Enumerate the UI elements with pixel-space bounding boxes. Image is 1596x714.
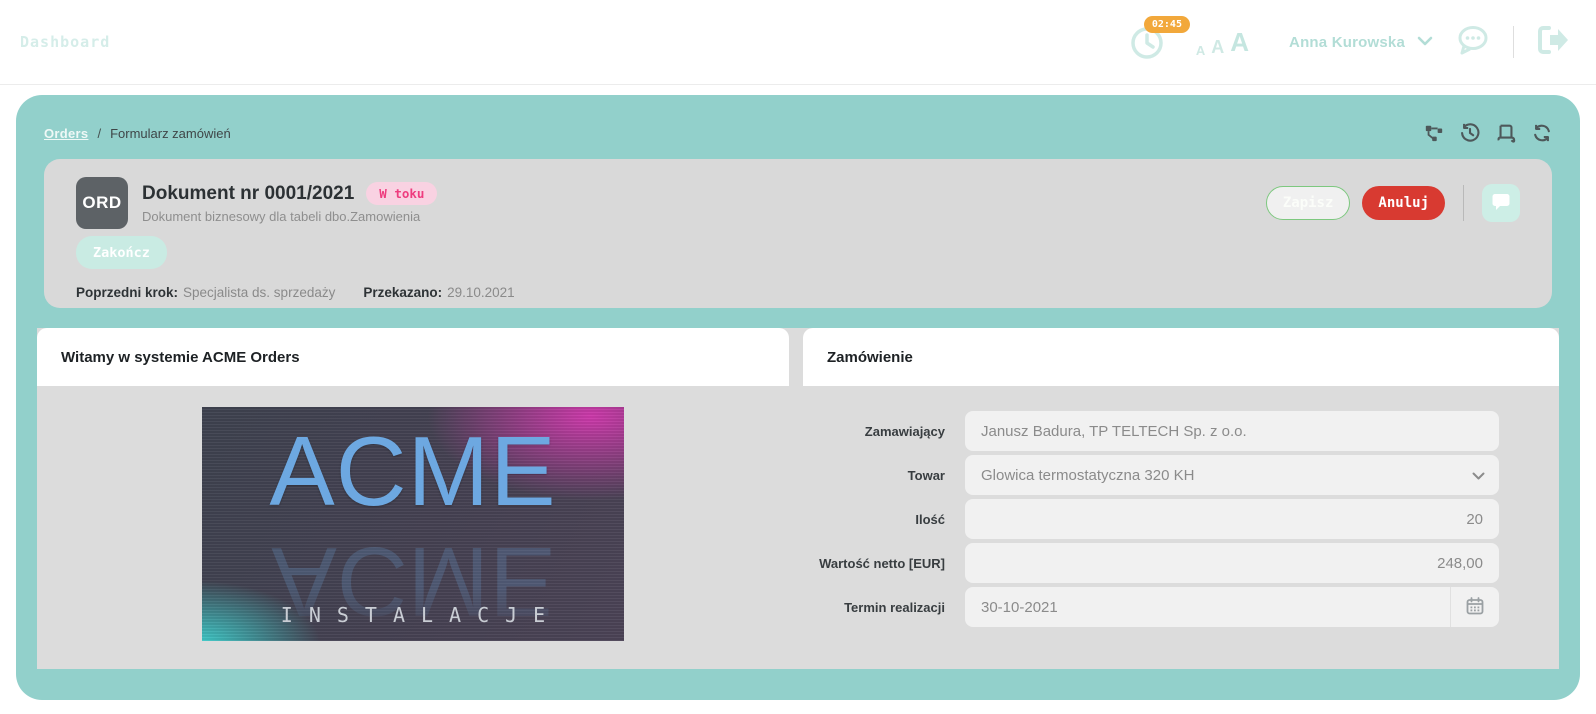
main-panel: Orders / Formularz zamówień ORD Dokument…	[16, 95, 1580, 700]
history-icon[interactable]	[1460, 123, 1480, 143]
acme-brand-image: ACME ACME INSTALACJE	[202, 407, 624, 641]
previous-step-value: Specjalista ds. sprzedaży	[183, 285, 336, 300]
comment-button[interactable]	[1482, 184, 1520, 222]
acme-subtitle-text: INSTALACJE	[280, 603, 562, 627]
breadcrumb-orders-link[interactable]: Orders	[44, 126, 88, 141]
user-menu[interactable]: Anna Kurowska	[1289, 33, 1433, 51]
form-row-zamawiajacy: Zamawiający	[803, 411, 1499, 451]
welcome-panel-title: Witamy w systemie ACME Orders	[37, 328, 789, 386]
clock-icon	[1128, 27, 1168, 66]
font-size-controls: A A A	[1196, 27, 1249, 58]
order-form: Zamawiający Towar Ilość	[803, 386, 1559, 631]
date-picker-button[interactable]	[1451, 587, 1499, 627]
content-region: Witamy w systemie ACME Orders ACME ACME …	[37, 328, 1559, 669]
font-medium-button[interactable]: A	[1211, 37, 1224, 58]
termin-realizacji-field[interactable]	[965, 587, 1450, 627]
document-type-badge: ORD	[76, 177, 128, 229]
logout-icon[interactable]	[1536, 25, 1570, 60]
ilosc-field[interactable]	[965, 499, 1499, 539]
towar-select[interactable]	[965, 455, 1499, 495]
user-name: Anna Kurowska	[1289, 33, 1405, 51]
workflow-icon[interactable]	[1424, 123, 1444, 143]
handed-over-value: 29.10.2021	[447, 285, 515, 300]
save-button[interactable]: Zapisz	[1265, 186, 1351, 220]
wartosc-netto-field[interactable]	[965, 543, 1499, 583]
zamawiajacy-field[interactable]	[965, 411, 1499, 451]
handed-over-label: Przekazano:	[363, 285, 443, 300]
finish-button[interactable]: Zakończ	[76, 236, 167, 269]
breadcrumb: Orders / Formularz zamówień	[44, 126, 231, 141]
form-row-termin-realizacji: Termin realizacji	[803, 587, 1499, 627]
scroll-icon[interactable]	[1496, 123, 1516, 143]
actions-divider	[1463, 185, 1464, 221]
timer-badge: 02:45	[1143, 16, 1190, 33]
breadcrumb-current: Formularz zamówień	[110, 125, 231, 141]
handed-over: Przekazano: 29.10.2021	[363, 285, 514, 300]
dashboard-link[interactable]: Dashboard	[20, 33, 110, 51]
form-row-wartosc-netto: Wartość netto [EUR]	[803, 543, 1499, 583]
comment-icon	[1492, 193, 1510, 213]
towar-label: Towar	[907, 467, 945, 483]
previous-step: Poprzedni krok: Specjalista ds. sprzedaży	[76, 285, 335, 300]
session-timer[interactable]: 02:45	[1128, 16, 1190, 62]
cancel-button[interactable]: Anuluj	[1362, 186, 1445, 220]
order-panel: Zamówienie Zamawiający Towar	[803, 328, 1559, 669]
font-large-button[interactable]: A	[1230, 27, 1249, 58]
breadcrumb-separator: /	[97, 125, 102, 141]
document-title: Dokument nr 0001/2021	[142, 182, 355, 204]
date-field-group	[965, 587, 1499, 627]
topbar-divider	[1513, 26, 1514, 58]
zamawiajacy-label: Zamawiający	[864, 423, 945, 439]
form-row-towar: Towar	[803, 455, 1499, 495]
form-row-ilosc: Ilość	[803, 499, 1499, 539]
document-subtitle: Dokument biznesowy dla tabeli dbo.Zamowi…	[142, 209, 421, 224]
ilosc-label: Ilość	[915, 511, 945, 527]
font-small-button[interactable]: A	[1196, 43, 1205, 58]
chat-icon[interactable]	[1455, 24, 1491, 61]
wartosc-netto-label: Wartość netto [EUR]	[819, 555, 945, 571]
previous-step-label: Poprzedni krok:	[76, 285, 179, 300]
welcome-panel: Witamy w systemie ACME Orders ACME ACME …	[37, 328, 789, 669]
acme-brand-text: ACME	[269, 416, 557, 526]
status-badge: W toku	[366, 182, 438, 205]
calendar-icon	[1466, 596, 1484, 618]
termin-realizacji-label: Termin realizacji	[844, 599, 945, 615]
chevron-down-icon	[1417, 33, 1433, 51]
topbar: Dashboard 02:45 A A A Anna Kurowska	[0, 0, 1596, 85]
towar-select-value[interactable]	[965, 455, 1499, 495]
order-panel-title: Zamówienie	[803, 328, 1559, 386]
document-header-card: ORD Dokument nr 0001/2021 W toku Dokumen…	[44, 159, 1552, 308]
refresh-icon[interactable]	[1532, 123, 1552, 143]
